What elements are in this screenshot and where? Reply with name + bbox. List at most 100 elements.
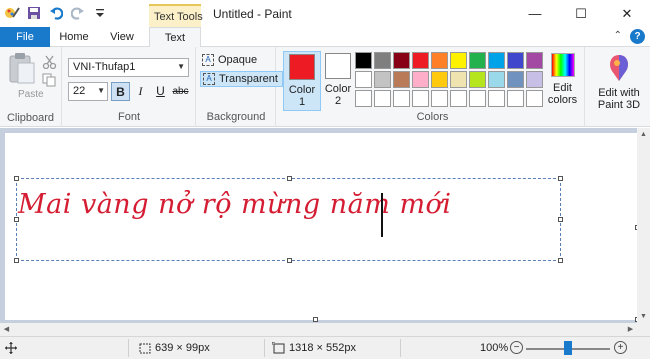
font-size-select[interactable]: 22 ▼ bbox=[68, 82, 108, 101]
text-box[interactable]: Mai vàng nở rộ mừng năm mới bbox=[14, 176, 563, 263]
quick-access-toolbar bbox=[4, 5, 108, 21]
transparent-option[interactable]: A Transparent bbox=[200, 71, 283, 87]
tab-home[interactable]: Home bbox=[50, 27, 98, 47]
cut-icon[interactable] bbox=[42, 55, 58, 70]
palette-color-swatch[interactable] bbox=[469, 71, 486, 88]
zoom-slider-thumb[interactable] bbox=[564, 341, 572, 355]
status-separator bbox=[400, 339, 401, 357]
zoom-out-button[interactable]: − bbox=[510, 341, 523, 354]
vertical-scrollbar[interactable]: ▲ ▼ bbox=[637, 128, 650, 336]
clipboard-group-label: Clipboard bbox=[6, 112, 55, 124]
palette-color-swatch[interactable] bbox=[374, 71, 391, 88]
cursor-position-icon bbox=[5, 342, 17, 354]
palette-color-swatch[interactable] bbox=[412, 71, 429, 88]
copy-icon[interactable] bbox=[42, 73, 58, 87]
resize-handle[interactable] bbox=[558, 217, 563, 222]
undo-icon[interactable] bbox=[48, 5, 64, 21]
resize-handle[interactable] bbox=[558, 258, 563, 263]
palette-color-swatch[interactable] bbox=[431, 90, 448, 107]
palette-color-swatch[interactable] bbox=[355, 52, 372, 69]
background-group-label: Background bbox=[206, 111, 266, 123]
color2-button[interactable]: Color 2 bbox=[319, 51, 357, 111]
zoom-level: 100% bbox=[480, 342, 509, 354]
close-button[interactable]: ✕ bbox=[604, 0, 650, 27]
customize-qat-icon[interactable] bbox=[92, 5, 108, 21]
palette-color-swatch[interactable] bbox=[526, 71, 543, 88]
palette-color-swatch[interactable] bbox=[412, 52, 429, 69]
scroll-left-icon[interactable]: ◀ bbox=[0, 323, 13, 336]
text-tools-context-tab: Text Tools bbox=[149, 4, 203, 27]
resize-handle[interactable] bbox=[14, 258, 19, 263]
palette-color-swatch[interactable] bbox=[374, 90, 391, 107]
resize-handle[interactable] bbox=[558, 176, 563, 181]
color1-label: Color 1 bbox=[288, 84, 316, 108]
palette-color-swatch[interactable] bbox=[355, 71, 372, 88]
palette-color-swatch[interactable] bbox=[412, 90, 429, 107]
save-icon[interactable] bbox=[26, 5, 42, 21]
palette-color-swatch[interactable] bbox=[488, 90, 505, 107]
color2-label: Color 2 bbox=[324, 83, 352, 107]
tab-text[interactable]: Text bbox=[149, 27, 201, 48]
status-separator bbox=[128, 339, 129, 357]
font-family-select[interactable]: VNI-Thufap1 ▼ bbox=[68, 58, 189, 77]
resize-handle[interactable] bbox=[14, 217, 19, 222]
palette-color-swatch[interactable] bbox=[431, 52, 448, 69]
color2-swatch bbox=[325, 53, 351, 79]
palette-color-swatch[interactable] bbox=[507, 71, 524, 88]
scroll-down-icon[interactable]: ▼ bbox=[637, 310, 650, 323]
opaque-icon: A bbox=[202, 54, 214, 66]
palette-color-swatch[interactable] bbox=[526, 52, 543, 69]
palette-color-swatch[interactable] bbox=[507, 90, 524, 107]
window-controls: — ☐ ✕ bbox=[512, 0, 650, 27]
edit-colors-button[interactable]: Edit colors bbox=[544, 51, 581, 106]
palette-color-swatch[interactable] bbox=[374, 52, 391, 69]
tab-view[interactable]: View bbox=[98, 27, 146, 47]
palette-color-swatch[interactable] bbox=[526, 90, 543, 107]
scroll-up-icon[interactable]: ▲ bbox=[637, 128, 650, 141]
color1-button[interactable]: Color 1 bbox=[283, 51, 321, 111]
palette-color-swatch[interactable] bbox=[393, 90, 410, 107]
drawing-canvas[interactable]: Mai vàng nở rộ mừng năm mới bbox=[5, 133, 640, 322]
italic-button[interactable]: I bbox=[131, 82, 150, 101]
image-size-icon bbox=[272, 342, 285, 354]
palette-color-swatch[interactable] bbox=[469, 90, 486, 107]
minimize-button[interactable]: — bbox=[512, 0, 558, 27]
canvas-resize-handle[interactable] bbox=[313, 317, 318, 322]
underline-button[interactable]: U bbox=[151, 82, 170, 101]
tab-file[interactable]: File bbox=[0, 27, 50, 47]
text-tools-label: Text Tools bbox=[154, 11, 203, 23]
chevron-down-icon: ▼ bbox=[177, 62, 185, 71]
scroll-right-icon[interactable]: ▶ bbox=[624, 323, 637, 336]
resize-handle[interactable] bbox=[287, 258, 292, 263]
horizontal-scrollbar[interactable]: ◀ ▶ bbox=[0, 323, 637, 336]
strikethrough-button[interactable]: abc bbox=[171, 82, 190, 101]
edit-with-paint3d-button[interactable]: Edit with Paint 3D bbox=[589, 51, 649, 111]
paint-app-icon[interactable] bbox=[4, 5, 20, 21]
palette-color-swatch[interactable] bbox=[431, 71, 448, 88]
window-title: Untitled - Paint bbox=[213, 7, 292, 21]
palette-color-swatch[interactable] bbox=[488, 71, 505, 88]
color-palette bbox=[355, 52, 543, 107]
palette-color-swatch[interactable] bbox=[450, 52, 467, 69]
zoom-in-button[interactable]: + bbox=[614, 341, 627, 354]
help-icon[interactable]: ? bbox=[630, 29, 645, 44]
palette-color-swatch[interactable] bbox=[355, 90, 372, 107]
clipboard-group: Paste Clipboard bbox=[0, 47, 62, 127]
palette-color-swatch[interactable] bbox=[450, 71, 467, 88]
resize-handle[interactable] bbox=[287, 176, 292, 181]
paste-button[interactable]: Paste bbox=[6, 51, 44, 103]
palette-color-swatch[interactable] bbox=[393, 71, 410, 88]
maximize-button[interactable]: ☐ bbox=[558, 0, 604, 27]
collapse-ribbon-icon[interactable]: ⌃ bbox=[614, 30, 622, 41]
bold-button[interactable]: B bbox=[111, 82, 130, 101]
palette-color-swatch[interactable] bbox=[393, 52, 410, 69]
opaque-option[interactable]: A Opaque bbox=[200, 52, 261, 68]
paste-label: Paste bbox=[18, 89, 44, 100]
canvas-text[interactable]: Mai vàng nở rộ mừng năm mới bbox=[18, 189, 451, 220]
palette-color-swatch[interactable] bbox=[488, 52, 505, 69]
palette-color-swatch[interactable] bbox=[450, 90, 467, 107]
palette-color-swatch[interactable] bbox=[507, 52, 524, 69]
redo-icon[interactable] bbox=[70, 5, 86, 21]
resize-handle[interactable] bbox=[14, 176, 19, 181]
palette-color-swatch[interactable] bbox=[469, 52, 486, 69]
